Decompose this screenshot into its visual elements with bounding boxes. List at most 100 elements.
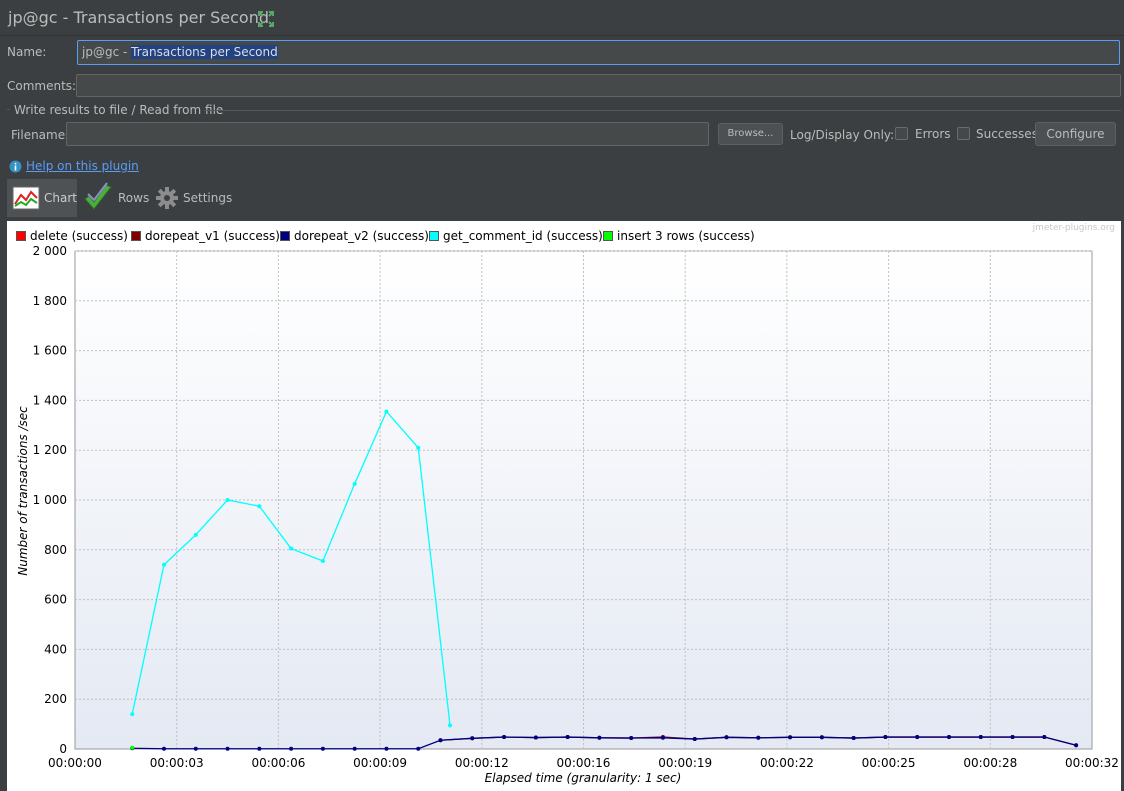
y-tick-label: 1 000 (33, 493, 67, 507)
filename-label: Filename (11, 128, 66, 142)
log-display-label: Log/Display Only: (790, 128, 895, 142)
y-axis-label: Number of transactions /sec (16, 406, 30, 576)
tab-settings-label: Settings (183, 191, 233, 205)
tab-rows[interactable]: Rows (82, 179, 152, 217)
series-point (320, 746, 325, 751)
series-point (946, 735, 951, 740)
x-tick-label: 00:00:00 (48, 756, 102, 770)
series-point (130, 745, 135, 750)
y-tick-label: 600 (44, 593, 67, 607)
x-tick-label: 00:00:25 (862, 756, 916, 770)
browse-button[interactable]: Browse... (718, 123, 783, 145)
x-axis-label: Elapsed time (granularity: 1 sec) (485, 771, 682, 785)
window-title: jp@gc - Transactions per Second (8, 8, 269, 27)
series-point (289, 546, 294, 551)
series-point (161, 746, 166, 751)
x-tick-label: 00:00:28 (963, 756, 1017, 770)
series-point (225, 746, 230, 751)
tab-settings[interactable]: Settings (155, 179, 235, 217)
x-tick-label: 00:00:06 (251, 756, 305, 770)
series-point (416, 445, 421, 450)
name-prefix: jp@gc - (82, 45, 132, 59)
tab-chart-label: Chart (44, 191, 77, 205)
series-point (819, 735, 824, 740)
filename-input[interactable] (66, 122, 709, 146)
series-point (629, 736, 634, 741)
name-selected-text: Transactions per Second (131, 45, 278, 59)
y-tick-label: 1 600 (33, 344, 67, 358)
name-input[interactable]: jp@gc - Transactions per Second (77, 40, 1120, 65)
successes-checkbox[interactable] (957, 127, 970, 140)
series-point (660, 735, 665, 740)
file-section-title: Write results to file / Read from file (14, 103, 224, 117)
series-point (225, 498, 230, 502)
series-point (597, 735, 602, 740)
expand-icon[interactable] (257, 10, 275, 28)
series-point (788, 735, 793, 740)
series-point (915, 735, 920, 740)
x-tick-label: 00:00:09 (353, 756, 407, 770)
series-point (448, 723, 453, 728)
series-point (565, 735, 570, 740)
y-tick-label: 0 (59, 742, 67, 756)
x-tick-label: 00:00:16 (557, 756, 611, 770)
series-point (978, 735, 983, 740)
tab-rows-label: Rows (118, 191, 150, 205)
x-tick-label: 00:00:12 (455, 756, 509, 770)
comments-label: Comments: (7, 79, 77, 93)
series-point (193, 532, 198, 537)
y-tick-label: 1 200 (33, 443, 67, 457)
y-tick-label: 2 000 (33, 244, 67, 258)
x-tick-label: 00:00:03 (150, 756, 204, 770)
tab-chart[interactable]: Chart (7, 179, 77, 217)
errors-label: Errors (915, 127, 951, 141)
header-divider (0, 35, 1124, 36)
series-point (1042, 735, 1047, 740)
series-point (851, 736, 856, 741)
series-point (756, 735, 761, 740)
series-point (1074, 743, 1079, 748)
help-link[interactable]: Help on this plugin (26, 159, 139, 173)
x-tick-label: 00:00:22 (760, 756, 814, 770)
y-tick-label: 800 (44, 543, 67, 557)
series-point (257, 746, 262, 751)
comments-input[interactable] (76, 74, 1121, 97)
series-point (384, 409, 389, 414)
series-point (352, 481, 357, 486)
gear-icon (156, 187, 178, 209)
series-point (384, 746, 389, 751)
series-point (193, 746, 198, 751)
series-point (352, 746, 357, 751)
name-label: Name: (7, 45, 47, 59)
section-border-left (7, 109, 10, 110)
info-icon (9, 160, 22, 173)
successes-label: Successes (976, 127, 1038, 141)
series-point (289, 746, 294, 751)
chart-panel: delete (success) dorepeat_v1 (success) dor… (7, 221, 1121, 791)
series-point (438, 738, 443, 743)
series-point (883, 735, 888, 740)
checkmark-icon (84, 182, 112, 210)
series-point (320, 559, 325, 564)
series-point (1010, 735, 1015, 740)
series-point (724, 735, 729, 740)
series-point (502, 735, 507, 740)
x-tick-label: 00:00:19 (658, 756, 712, 770)
configure-button[interactable]: Configure (1035, 122, 1116, 146)
series-point (257, 504, 262, 509)
series-point (130, 712, 135, 717)
y-tick-label: 1 800 (33, 294, 67, 308)
series-point (470, 736, 475, 741)
series-point (692, 737, 697, 742)
section-border-top (204, 110, 1121, 111)
series-point (161, 562, 166, 567)
series-point (533, 735, 538, 740)
y-tick-label: 1 400 (33, 393, 67, 407)
y-tick-label: 200 (44, 692, 67, 706)
errors-checkbox[interactable] (895, 127, 908, 140)
x-tick-label: 00:00:32 (1065, 756, 1119, 770)
y-tick-label: 400 (44, 642, 67, 656)
tps-line-chart: 0 200 400 600 800 1 000 1 200 1 400 1 600 1 800 2 … (16, 244, 1119, 785)
series-point (416, 746, 421, 751)
chart-icon (12, 186, 40, 210)
